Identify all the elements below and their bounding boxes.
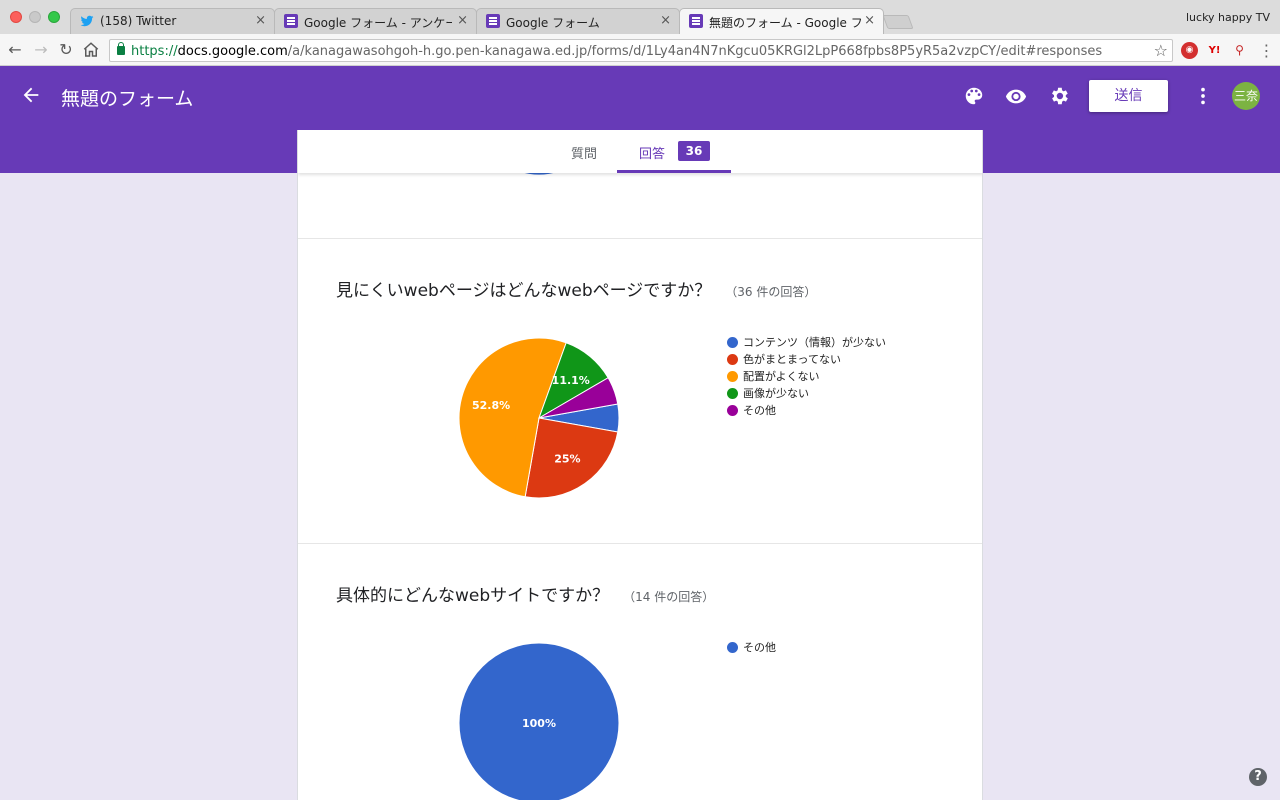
responses-card: 質問 回答 36 見にくいwebページはどんなwebページですか？ （36 件の回… [297,130,983,800]
question-text: 見にくいwebページはどんなwebページですか？ [336,281,712,301]
trend-micro-extension-icon[interactable]: ◉ [1181,42,1198,59]
chart-legend: コンテンツ（情報）が少ない 色がまとまってない 配置がよくない 画像が少ない その他 [727,334,886,419]
pie-data-label: 25% [554,453,580,466]
pie-data-label: 11.1% [552,374,590,387]
twitter-icon [80,15,94,27]
back-arrow-icon[interactable]: ← [6,41,24,59]
legend-swatch [727,337,738,348]
legend-item: その他 [727,402,886,419]
browser-tab-title: 無題のフォーム - Google フォーム [709,16,861,30]
section-divider [298,238,982,239]
tab-responses[interactable]: 回答 [639,143,665,162]
bookmark-star-icon[interactable]: ☆ [1154,41,1168,60]
url-text: https://docs.google.com/a/kanagawasohgoh… [131,44,1103,59]
browser-tab-title: Google フォーム - アンケートを作 [304,16,452,30]
legend-label: 配置がよくない [743,370,820,383]
section-divider [298,543,982,544]
forms-icon [486,14,500,28]
window-maximize-button[interactable] [48,11,60,23]
pie-chart: 100% [458,642,620,800]
legend-item: 配置がよくない [727,368,886,385]
legend-item: 色がまとまってない [727,351,886,368]
back-arrow-icon[interactable] [20,84,42,106]
lock-icon [117,42,125,55]
responses-count-badge: 36 [678,141,710,161]
search-extension-icon[interactable]: ⚲ [1231,42,1248,59]
yahoo-extension-icon[interactable]: Y! [1206,42,1223,59]
legend-label: 画像が少ない [743,387,809,400]
close-tab-icon[interactable]: × [457,13,468,28]
legend-item: 画像が少ない [727,385,886,402]
address-bar[interactable]: https://docs.google.com/a/kanagawasohgoh… [109,39,1173,62]
palette-icon[interactable] [963,85,985,107]
legend-item: コンテンツ（情報）が少ない [727,334,886,351]
active-tab-indicator [617,170,731,173]
account-avatar[interactable]: 三奈 [1232,82,1260,110]
home-icon[interactable] [82,41,100,59]
browser-tab-strip: (158) Twitter × Google フォーム - アンケートを作 × … [0,0,1280,35]
forward-arrow-icon[interactable]: → [32,41,50,59]
browser-tab-twitter[interactable]: (158) Twitter × [70,8,275,34]
tab-questions[interactable]: 質問 [571,143,597,162]
browser-tab-title: Google フォーム [506,16,600,30]
browser-tab-forms-survey[interactable]: Google フォーム - アンケートを作 × [274,8,477,34]
send-button[interactable]: 送信 [1089,80,1168,112]
new-tab-button[interactable] [882,15,914,29]
forms-icon [284,14,298,28]
reload-icon[interactable]: ↻ [57,41,75,59]
preview-eye-icon[interactable] [1005,85,1027,107]
help-icon[interactable]: ? [1249,768,1267,786]
form-title[interactable]: 無題のフォーム [61,84,193,111]
response-count: （14 件の回答） [623,590,715,604]
pie-chart: 25% 52.8% 11.1% [458,337,620,499]
forms-icon [689,14,703,28]
browser-menu-icon[interactable]: ⋮ [1258,42,1275,59]
legend-label: コンテンツ（情報）が少ない [743,336,886,349]
chart-legend: その他 [727,639,776,656]
pie-data-label: 52.8% [472,399,510,412]
legend-swatch [727,405,738,416]
browser-profile-name[interactable]: lucky happy TV [1186,11,1270,24]
legend-swatch [727,642,738,653]
legend-swatch [727,371,738,382]
form-tab-bar: 質問 回答 36 [298,130,982,173]
browser-tab-title: (158) Twitter [100,14,177,28]
legend-label: その他 [743,641,776,654]
legend-swatch [727,388,738,399]
legend-label: 色がまとまってない [743,353,842,366]
window-minimize-button[interactable] [29,11,41,23]
question-text: 具体的にどんなwebサイトですか？ [336,586,610,606]
legend-label: その他 [743,404,776,417]
more-options-icon[interactable] [1192,85,1214,107]
window-close-button[interactable] [10,11,22,23]
response-count: （36 件の回答） [725,285,817,299]
browser-tab-untitled-form[interactable]: 無題のフォーム - Google フォーム × [679,8,884,35]
close-tab-icon[interactable]: × [660,13,671,28]
settings-gear-icon[interactable] [1048,85,1070,107]
browser-toolbar: ← → ↻ https://docs.google.com/a/kanagawa… [0,34,1280,66]
legend-swatch [727,354,738,365]
legend-item: その他 [727,639,776,656]
browser-tab-forms[interactable]: Google フォーム × [476,8,680,34]
close-tab-icon[interactable]: × [255,13,266,28]
close-tab-icon[interactable]: × [864,13,875,28]
pie-data-label: 100% [522,717,556,730]
question-title: 見にくいwebページはどんなwebページですか？ （36 件の回答） [336,276,816,301]
question-title: 具体的にどんなwebサイトですか？ （14 件の回答） [336,581,714,606]
